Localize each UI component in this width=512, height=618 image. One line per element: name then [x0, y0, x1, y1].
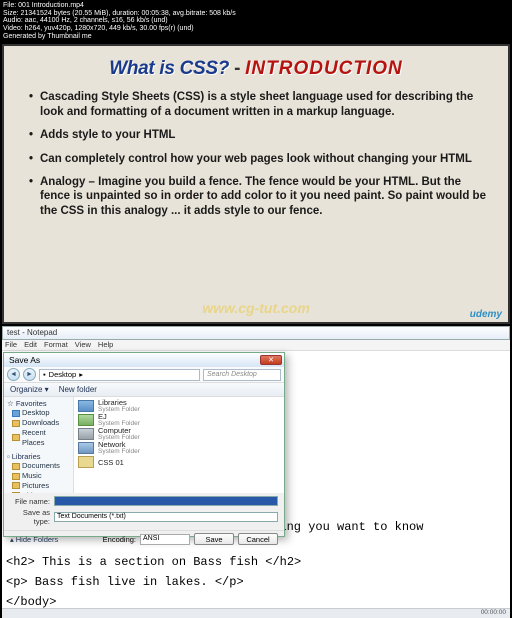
sidebar-item-pictures[interactable]: Pictures: [4, 481, 73, 491]
encoding-select[interactable]: ANSI: [140, 534, 190, 545]
dialog-toolbar: Organize ▾ New folder: [4, 383, 284, 397]
sidebar-item-downloads[interactable]: Downloads: [4, 418, 73, 428]
sidebar-item-recent[interactable]: Recent Places: [4, 428, 73, 448]
filename-label: File name:: [10, 497, 50, 506]
status-bar: 00:00:00: [2, 608, 510, 618]
savetype-label: Save as type:: [10, 508, 50, 526]
dialog-fields: File name: Save as type: Text Documents …: [4, 493, 284, 530]
notepad-window: test - Notepad File Edit Format View Hel…: [2, 326, 510, 618]
code-line[interactable]: <p> Bass fish live in lakes. </p>: [2, 575, 248, 589]
save-as-dialog: Save As ✕ ◄ ► ▪ Desktop ▸ Search Desktop…: [3, 352, 285, 537]
sidebar-favorites-header[interactable]: ☆ Favorites: [4, 397, 73, 408]
cancel-button[interactable]: Cancel: [238, 533, 278, 545]
bullet-text: Cascading Style Sheets (CSS) is a style …: [40, 90, 490, 119]
network-icon: [78, 442, 94, 454]
title-dash: -: [229, 58, 245, 79]
desktop-icon: ▪: [43, 370, 46, 379]
file-list[interactable]: LibrariesSystem Folder EJSystem Folder C…: [74, 397, 284, 493]
bullet-item: •Adds style to your HTML: [22, 128, 490, 142]
dialog-title-text: Save As: [9, 355, 40, 365]
filename-input[interactable]: [54, 496, 278, 506]
info-line: Size: 21341524 bytes (20.55 MiB), durati…: [3, 10, 509, 18]
new-folder-button[interactable]: New folder: [59, 385, 97, 394]
forward-button[interactable]: ►: [23, 368, 36, 381]
bullet-text: Can completely control how your web page…: [40, 152, 472, 166]
info-line: Audio: aac, 44100 Hz, 2 channels, s16, 5…: [3, 17, 509, 25]
media-file-info: File: 001 Introduction.mp4 Size: 2134152…: [0, 0, 512, 42]
sidebar-item-desktop[interactable]: Desktop: [4, 408, 73, 418]
code-line[interactable]: thing you want to know: [261, 520, 427, 534]
computer-icon: [78, 428, 94, 440]
desktop-icon: [12, 410, 20, 417]
libraries-icon: [78, 400, 94, 412]
slide-bullets: •Cascading Style Sheets (CSS) is a style…: [22, 90, 490, 218]
bullet-icon: •: [22, 128, 40, 142]
folder-icon: [12, 473, 20, 480]
info-line: File: 001 Introduction.mp4: [3, 2, 509, 10]
presentation-slide: What is CSS? - INTRODUCTION •Cascading S…: [2, 44, 510, 324]
bullet-text: Adds style to your HTML: [40, 128, 175, 142]
bullet-item: •Analogy – Imagine you build a fence. Th…: [22, 175, 490, 218]
dialog-bottom-bar: ▴Hide Folders Encoding: ANSI Save Cancel: [4, 530, 284, 548]
encoding-label: Encoding:: [103, 535, 136, 544]
save-button[interactable]: Save: [194, 533, 234, 545]
nav-sidebar: ☆ Favorites Desktop Downloads Recent Pla…: [4, 397, 74, 493]
folder-icon: [78, 456, 94, 468]
search-input[interactable]: Search Desktop: [203, 369, 281, 381]
sidebar-libraries-header[interactable]: ▫ Libraries: [4, 450, 73, 461]
sidebar-item-videos[interactable]: Videos: [4, 491, 73, 494]
bullet-item: •Can completely control how your web pag…: [22, 152, 490, 166]
info-line: Video: h264, yuv420p, 1280x720, 449 kb/s…: [3, 25, 509, 33]
list-item[interactable]: NetworkSystem Folder: [78, 441, 280, 455]
bullet-icon: •: [22, 175, 40, 218]
folder-icon: [12, 434, 20, 441]
sidebar-item-music[interactable]: Music: [4, 471, 73, 481]
close-icon[interactable]: ✕: [260, 355, 282, 365]
list-item[interactable]: LibrariesSystem Folder: [78, 399, 280, 413]
watermark: www.cg-tut.com: [4, 300, 508, 316]
title-intro: INTRODUCTION: [245, 58, 403, 79]
title-question: What is CSS?: [109, 58, 229, 79]
dialog-titlebar[interactable]: Save As ✕: [4, 353, 284, 367]
notepad-menubar: File Edit Format View Help: [2, 340, 510, 351]
folder-icon: [12, 492, 20, 493]
savetype-select[interactable]: Text Documents (*.txt): [54, 512, 278, 522]
sidebar-item-documents[interactable]: Documents: [4, 461, 73, 471]
code-line[interactable]: <h2> This is a section on Bass fish </h2…: [2, 555, 305, 569]
notepad-titlebar[interactable]: test - Notepad: [2, 326, 510, 340]
chevron-right-icon: ▸: [79, 370, 83, 379]
user-icon: [78, 414, 94, 426]
path-breadcrumb[interactable]: ▪ Desktop ▸: [39, 369, 200, 381]
dialog-nav: ◄ ► ▪ Desktop ▸ Search Desktop: [4, 367, 284, 383]
list-item[interactable]: CSS 01: [78, 455, 280, 469]
udemy-logo: udemy: [470, 309, 502, 320]
path-location: Desktop: [49, 370, 77, 379]
bullet-item: •Cascading Style Sheets (CSS) is a style…: [22, 90, 490, 119]
menu-view[interactable]: View: [75, 340, 91, 350]
menu-file[interactable]: File: [5, 340, 17, 350]
info-line: Generated by Thumbnail me: [3, 33, 509, 41]
bullet-icon: •: [22, 90, 40, 119]
list-item[interactable]: EJSystem Folder: [78, 413, 280, 427]
organize-button[interactable]: Organize ▾: [10, 385, 49, 394]
menu-edit[interactable]: Edit: [24, 340, 37, 350]
bullet-text: Analogy – Imagine you build a fence. The…: [40, 175, 490, 218]
dialog-body: ☆ Favorites Desktop Downloads Recent Pla…: [4, 397, 284, 493]
menu-help[interactable]: Help: [98, 340, 113, 350]
menu-format[interactable]: Format: [44, 340, 68, 350]
hide-folders-button[interactable]: ▴Hide Folders: [10, 535, 58, 544]
bullet-icon: •: [22, 152, 40, 166]
chevron-up-icon: ▴: [10, 535, 14, 544]
folder-icon: [12, 463, 20, 470]
list-item[interactable]: ComputerSystem Folder: [78, 427, 280, 441]
slide-title: What is CSS? - INTRODUCTION: [22, 58, 490, 80]
folder-icon: [12, 482, 20, 489]
folder-icon: [12, 420, 20, 427]
back-button[interactable]: ◄: [7, 368, 20, 381]
